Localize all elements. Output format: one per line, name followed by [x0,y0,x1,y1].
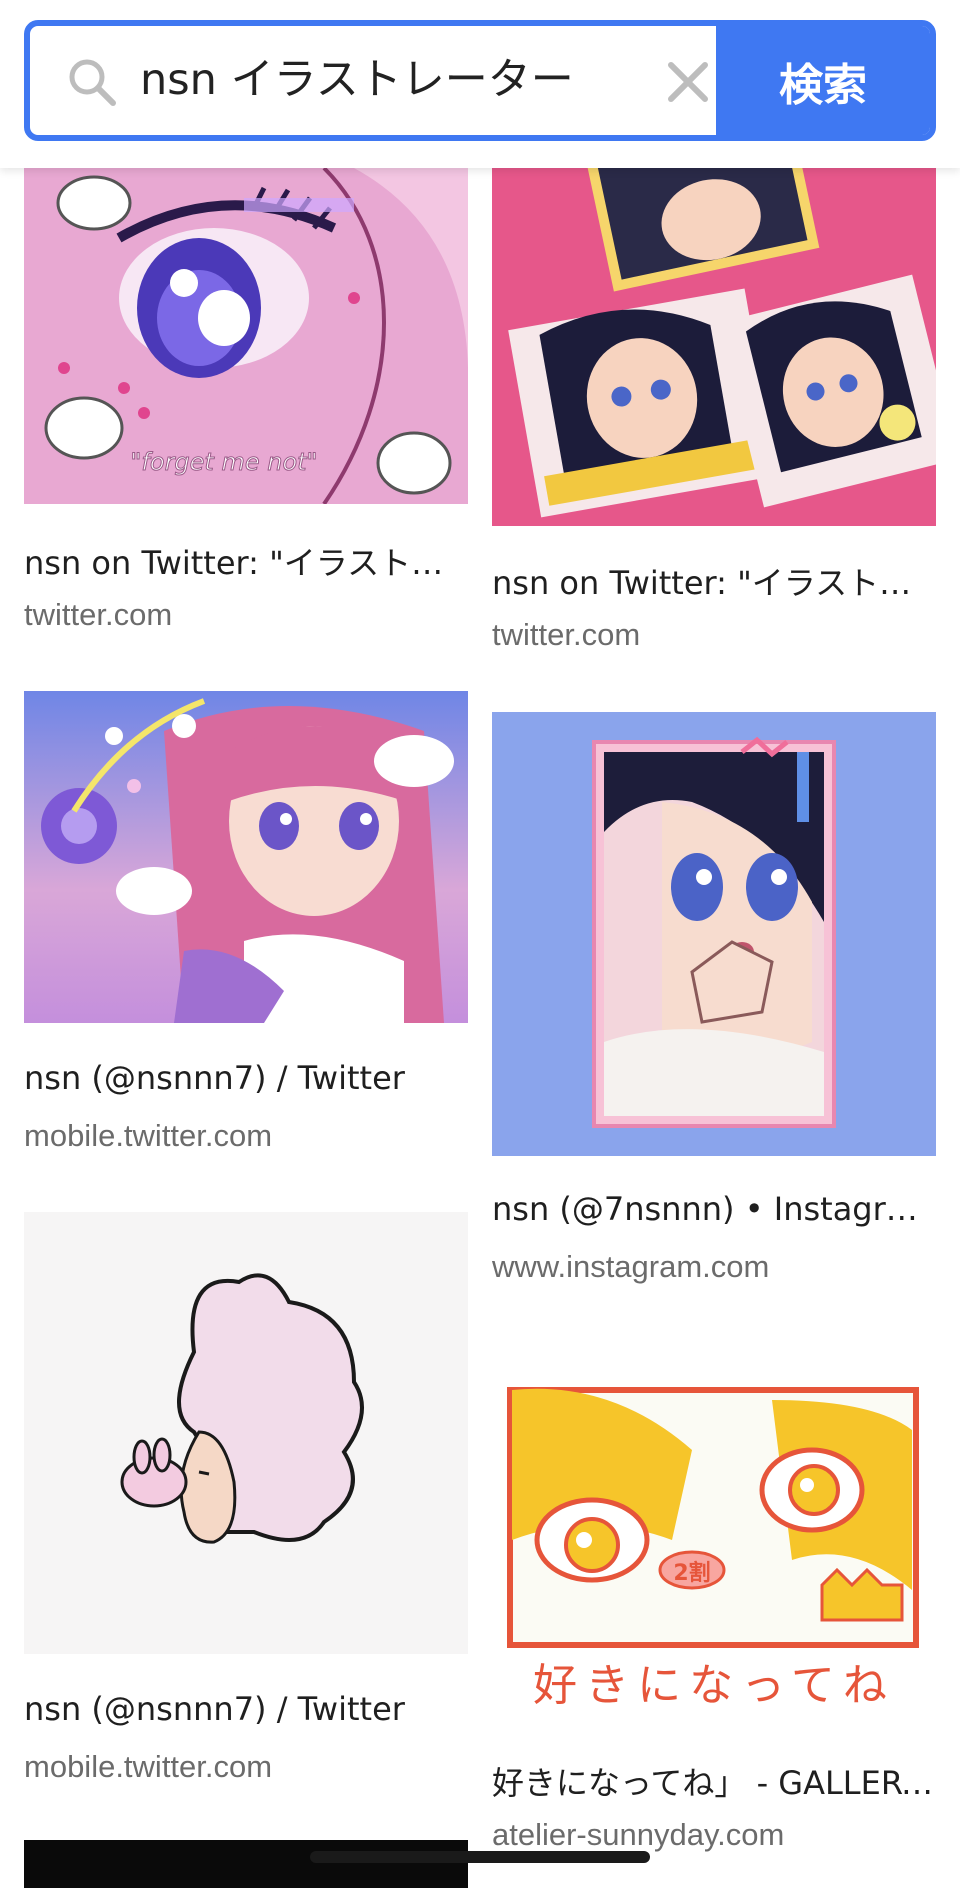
result-thumbnail[interactable] [24,1212,468,1654]
result-item[interactable]: nsn on Twitter: "イラストレー… twitter.com [492,168,936,668]
result-item[interactable] [24,1840,468,1888]
result-item[interactable]: nsn (@nsnnn7) / Twitter mobile.twitter.c… [24,1212,468,1792]
search-icon [69,59,116,106]
search-input[interactable]: nsn イラストレーター [140,26,640,135]
result-source: atelier-sunnyday.com [492,1817,785,1852]
result-title[interactable]: nsn on Twitter: "イラストレー… [24,538,468,584]
result-thumbnail[interactable]: 2割 好きになってね [492,1340,936,1724]
thumbnail-caption: "forget me not" [130,448,317,476]
search-button[interactable]: 検索 [716,26,930,135]
result-source: mobile.twitter.com [24,1118,273,1153]
clear-icon[interactable] [666,60,710,104]
search-box[interactable]: nsn イラストレーター 検索 [24,20,936,141]
result-title[interactable]: 好きになってね」 - GALLERY… [492,1758,936,1804]
result-thumbnail[interactable] [24,1840,468,1888]
result-source: mobile.twitter.com [24,1749,273,1784]
home-indicator[interactable] [310,1851,650,1863]
result-source: twitter.com [24,597,173,632]
thumbnail-caption: 好きになってね [533,1660,895,1711]
result-item[interactable]: nsn (@7nsnnn) • Instagram… www.instagram… [492,712,936,1284]
result-title[interactable]: nsn on Twitter: "イラストレー… [492,558,936,604]
result-item[interactable]: 2割 好きになってね 好きになってね」 - GALLERY… atelier-s… [492,1340,936,1880]
thumbnail-badge: 2割 [673,1560,710,1586]
result-thumbnail[interactable]: "forget me not" [24,168,468,504]
result-thumbnail[interactable] [492,712,936,1156]
result-title[interactable]: nsn (@nsnnn7) / Twitter [24,1059,468,1097]
result-source: twitter.com [492,617,641,652]
result-source: www.instagram.com [492,1249,770,1284]
result-title[interactable]: nsn (@7nsnnn) • Instagram… [492,1190,936,1228]
result-thumbnail[interactable] [492,168,936,526]
result-item[interactable]: nsn (@nsnnn7) / Twitter mobile.twitter.c… [24,691,468,1171]
result-thumbnail[interactable] [24,691,468,1023]
search-header: nsn イラストレーター 検索 [0,0,960,168]
result-item[interactable]: "forget me not" nsn on Twitter: "イラストレー…… [24,168,468,648]
result-title[interactable]: nsn (@nsnnn7) / Twitter [24,1690,468,1728]
